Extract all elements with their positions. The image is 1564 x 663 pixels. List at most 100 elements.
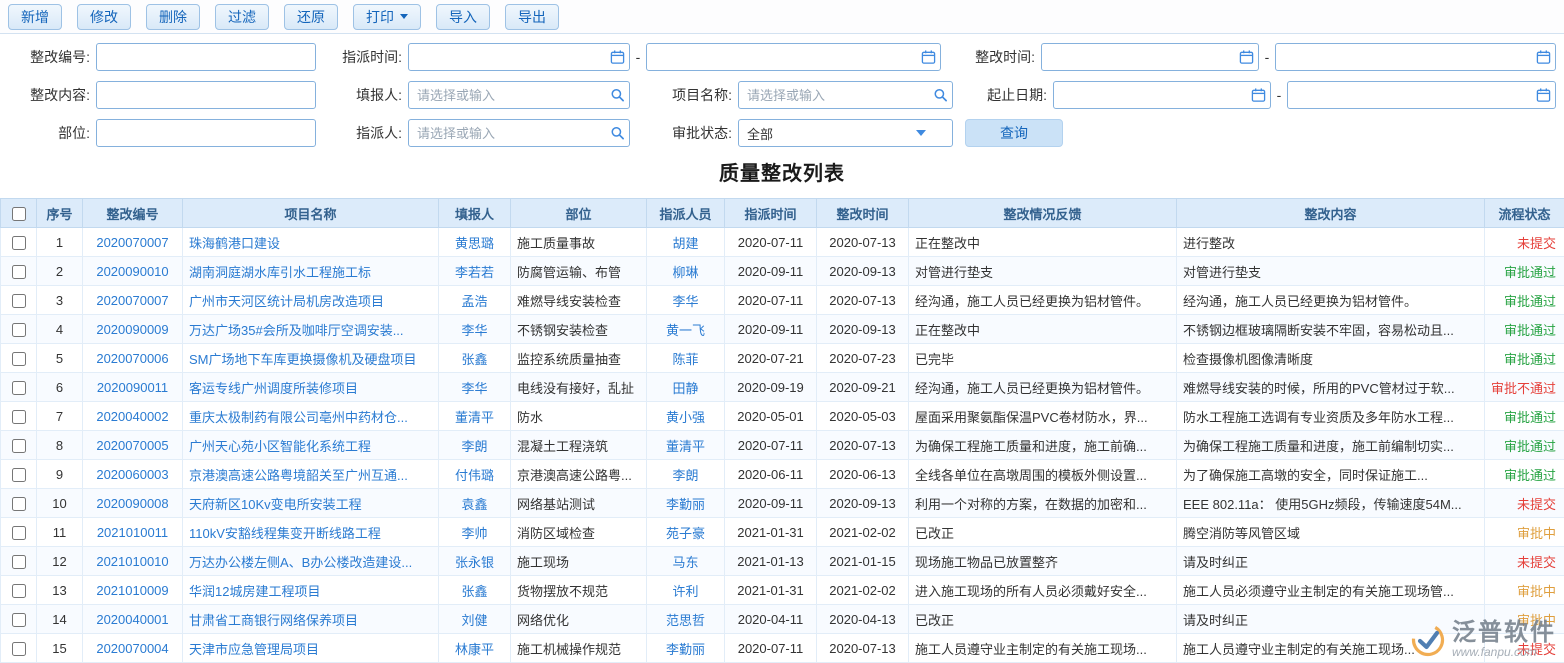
table-row[interactable]: 152020070004天津市应急管理局项目林康平施工机械操作规范李勤丽2020… — [1, 634, 1564, 663]
calendar-icon[interactable] — [1536, 50, 1551, 65]
reporter-link[interactable]: 张永银 — [455, 555, 494, 570]
assignee-link[interactable]: 柳琳 — [672, 265, 698, 280]
row-checkbox[interactable] — [12, 294, 26, 308]
reporter-link[interactable]: 刘健 — [461, 613, 487, 628]
row-checkbox[interactable] — [12, 526, 26, 540]
reporter-link[interactable]: 林康平 — [455, 642, 494, 657]
rectify-code-link[interactable]: 2020090011 — [97, 380, 168, 395]
calendar-icon[interactable] — [1239, 50, 1254, 65]
search-button[interactable]: 查询 — [965, 119, 1063, 147]
assign-time-end-input[interactable] — [646, 43, 941, 71]
reporter-link[interactable]: 董清平 — [455, 410, 494, 425]
rectify-code-link[interactable]: 2021010011 — [97, 525, 168, 540]
table-row[interactable]: 32020070007广州市天河区统计局机房改造项目孟浩难燃导线安装检查李华20… — [1, 286, 1564, 315]
rectify-code-link[interactable]: 2020070007 — [96, 235, 168, 250]
reporter-link[interactable]: 付伟璐 — [455, 468, 494, 483]
project-name-input[interactable] — [738, 81, 953, 109]
table-row[interactable]: 42020090009万达广场35#会所及咖啡厅空调安装...李华不锈钢安装检查… — [1, 315, 1564, 344]
row-checkbox[interactable] — [12, 236, 26, 250]
row-checkbox[interactable] — [12, 439, 26, 453]
rectify-code-link[interactable]: 2020040001 — [96, 612, 168, 627]
assignee-link[interactable]: 苑子豪 — [666, 526, 705, 541]
rectify-code-link[interactable]: 2020090009 — [96, 322, 168, 337]
assignee-link[interactable]: 李勤丽 — [666, 497, 705, 512]
select-all-checkbox[interactable] — [12, 207, 26, 221]
date-range-end-input[interactable] — [1287, 81, 1556, 109]
project-name-link[interactable]: 天府新区10Kv变电所安装工程 — [189, 497, 362, 512]
reporter-link[interactable]: 李朗 — [461, 439, 487, 454]
table-row[interactable]: 132021010009华润12城房建工程项目张鑫货物摆放不规范许利2021-0… — [1, 576, 1564, 605]
project-name-link[interactable]: 万达办公楼左侧A、B办公楼改造建设... — [189, 555, 412, 570]
row-checkbox[interactable] — [12, 642, 26, 656]
assignee-link[interactable]: 李华 — [672, 294, 698, 309]
calendar-icon[interactable] — [921, 50, 936, 65]
row-checkbox[interactable] — [12, 410, 26, 424]
reporter-link[interactable]: 袁鑫 — [461, 497, 487, 512]
row-checkbox[interactable] — [12, 584, 26, 598]
row-checkbox[interactable] — [12, 468, 26, 482]
search-icon[interactable] — [610, 88, 625, 103]
reporter-link[interactable]: 张鑫 — [461, 352, 487, 367]
assignee-link[interactable]: 田静 — [672, 381, 698, 396]
reporter-link[interactable]: 黄思璐 — [455, 236, 494, 251]
assignee-link[interactable]: 李勤丽 — [666, 642, 705, 657]
row-checkbox[interactable] — [12, 381, 26, 395]
table-row[interactable]: 62020090011客运专线广州调度所装修项目李华电线没有接好，乱扯田静202… — [1, 373, 1564, 402]
rectify-time-start-input[interactable] — [1041, 43, 1259, 71]
table-row[interactable]: 52020070006SM广场地下车库更换摄像机及硬盘项目张鑫监控系统质量抽查陈… — [1, 344, 1564, 373]
assignee-link[interactable]: 董清平 — [666, 439, 705, 454]
project-name-link[interactable]: 广州天心苑小区智能化系统工程 — [189, 439, 371, 454]
assignee-link[interactable]: 黄一飞 — [666, 323, 705, 338]
reporter-link[interactable]: 李华 — [461, 381, 487, 396]
rectify-code-link[interactable]: 2020070007 — [96, 293, 168, 308]
assign-time-start-input[interactable] — [408, 43, 630, 71]
row-checkbox[interactable] — [12, 352, 26, 366]
assignee-link[interactable]: 黄小强 — [666, 410, 705, 425]
assignee-link[interactable]: 范思哲 — [666, 613, 705, 628]
table-row[interactable]: 72020040002重庆太极制药有限公司亳州中药材仓...董清平防水黄小强20… — [1, 402, 1564, 431]
delete-button[interactable]: 删除 — [146, 4, 200, 30]
project-name-link[interactable]: 甘肃省工商银行网络保养项目 — [189, 613, 358, 628]
export-button[interactable]: 导出 — [505, 4, 559, 30]
rectify-code-link[interactable]: 2020090010 — [96, 264, 168, 279]
reporter-input[interactable] — [408, 81, 630, 109]
rectify-code-link[interactable]: 2021010010 — [96, 554, 168, 569]
search-icon[interactable] — [610, 126, 625, 141]
table-row[interactable]: 22020090010湖南洞庭湖水库引水工程施工标李若若防腐管运输、布管柳琳20… — [1, 257, 1564, 286]
add-button[interactable]: 新增 — [8, 4, 62, 30]
project-name-link[interactable]: 华润12城房建工程项目 — [189, 584, 320, 599]
reporter-link[interactable]: 李帅 — [461, 526, 487, 541]
row-checkbox[interactable] — [12, 613, 26, 627]
reporter-link[interactable]: 李若若 — [455, 265, 494, 280]
search-icon[interactable] — [933, 88, 948, 103]
project-name-link[interactable]: 广州市天河区统计局机房改造项目 — [189, 294, 384, 309]
rectify-code-link[interactable]: 2020040002 — [96, 409, 168, 424]
assignee-link[interactable]: 马东 — [672, 555, 698, 570]
project-name-link[interactable]: 湖南洞庭湖水库引水工程施工标 — [189, 265, 371, 280]
project-name-link[interactable]: 客运专线广州调度所装修项目 — [189, 381, 358, 396]
row-checkbox[interactable] — [12, 555, 26, 569]
rectify-code-link[interactable]: 2020060003 — [96, 467, 168, 482]
table-row[interactable]: 92020060003京港澳高速公路粤境韶关至广州互通...付伟璐京港澳高速公路… — [1, 460, 1564, 489]
rectify-content-input[interactable] — [96, 81, 316, 109]
row-checkbox[interactable] — [12, 497, 26, 511]
rectify-code-link[interactable]: 2020070004 — [96, 641, 168, 656]
project-name-link[interactable]: 万达广场35#会所及咖啡厅空调安装... — [189, 323, 404, 338]
rectify-code-link[interactable]: 2020070006 — [96, 351, 168, 366]
assignee-link[interactable]: 许利 — [672, 584, 698, 599]
rectify-code-link[interactable]: 2020090008 — [96, 496, 168, 511]
rectify-code-input[interactable] — [96, 43, 316, 71]
project-name-link[interactable]: SM广场地下车库更换摄像机及硬盘项目 — [189, 352, 417, 367]
import-button[interactable]: 导入 — [436, 4, 490, 30]
rectify-code-link[interactable]: 2021010009 — [96, 583, 168, 598]
rectify-code-link[interactable]: 2020070005 — [96, 438, 168, 453]
assignee-link[interactable]: 李朗 — [672, 468, 698, 483]
assignee-link[interactable]: 陈菲 — [672, 352, 698, 367]
print-button[interactable]: 打印 — [353, 4, 421, 30]
table-row[interactable]: 12020070007珠海鹤港口建设黄思璐施工质量事故胡建2020-07-112… — [1, 228, 1564, 257]
project-name-link[interactable]: 珠海鹤港口建设 — [189, 236, 280, 251]
reporter-link[interactable]: 张鑫 — [461, 584, 487, 599]
edit-button[interactable]: 修改 — [77, 4, 131, 30]
table-row[interactable]: 112021010011110kV安豁线程集变开断线路工程李帅消防区域检查苑子豪… — [1, 518, 1564, 547]
reporter-link[interactable]: 孟浩 — [461, 294, 487, 309]
